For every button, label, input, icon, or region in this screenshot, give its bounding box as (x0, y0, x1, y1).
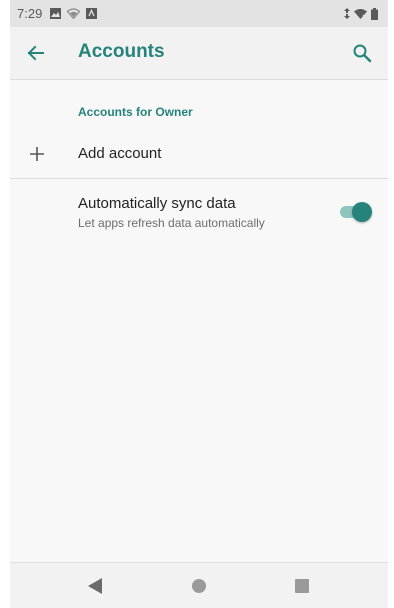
nav-back-icon[interactable] (88, 578, 102, 594)
back-button[interactable] (24, 41, 48, 65)
nav-home-icon[interactable] (192, 579, 206, 593)
page-title: Accounts (78, 41, 165, 62)
nav-recents-icon[interactable] (295, 579, 309, 593)
battery-icon (371, 7, 378, 20)
wifi-off-icon (67, 8, 81, 19)
section-header: Accounts for Owner (78, 105, 193, 119)
plus-icon (30, 147, 44, 161)
toggle-thumb (352, 202, 372, 222)
device-screen: 7:29 Accounts Accounts for Owner Add acc… (10, 0, 388, 608)
auto-sync-toggle[interactable] (340, 201, 372, 223)
wifi-icon (354, 9, 367, 19)
search-button[interactable] (350, 41, 374, 65)
arrow-back-icon (27, 45, 44, 61)
image-icon (50, 8, 62, 19)
add-account-label: Add account (78, 145, 162, 162)
data-arrows-icon (344, 8, 350, 19)
auto-sync-subtitle: Let apps refresh data automatically (78, 216, 265, 230)
status-right-icons (344, 7, 378, 20)
status-time: 7:29 (17, 6, 43, 21)
status-bar: 7:29 (10, 0, 388, 27)
search-icon (353, 44, 372, 63)
app-bar: Accounts (10, 27, 388, 80)
auto-sync-item[interactable]: Automatically sync data Let apps refresh… (10, 186, 388, 240)
notification-icons (50, 8, 98, 19)
app-notification-icon (86, 8, 98, 19)
add-account-item[interactable]: Add account (10, 130, 388, 178)
auto-sync-title: Automatically sync data (78, 195, 236, 212)
navigation-bar (10, 562, 388, 608)
divider (10, 178, 388, 179)
